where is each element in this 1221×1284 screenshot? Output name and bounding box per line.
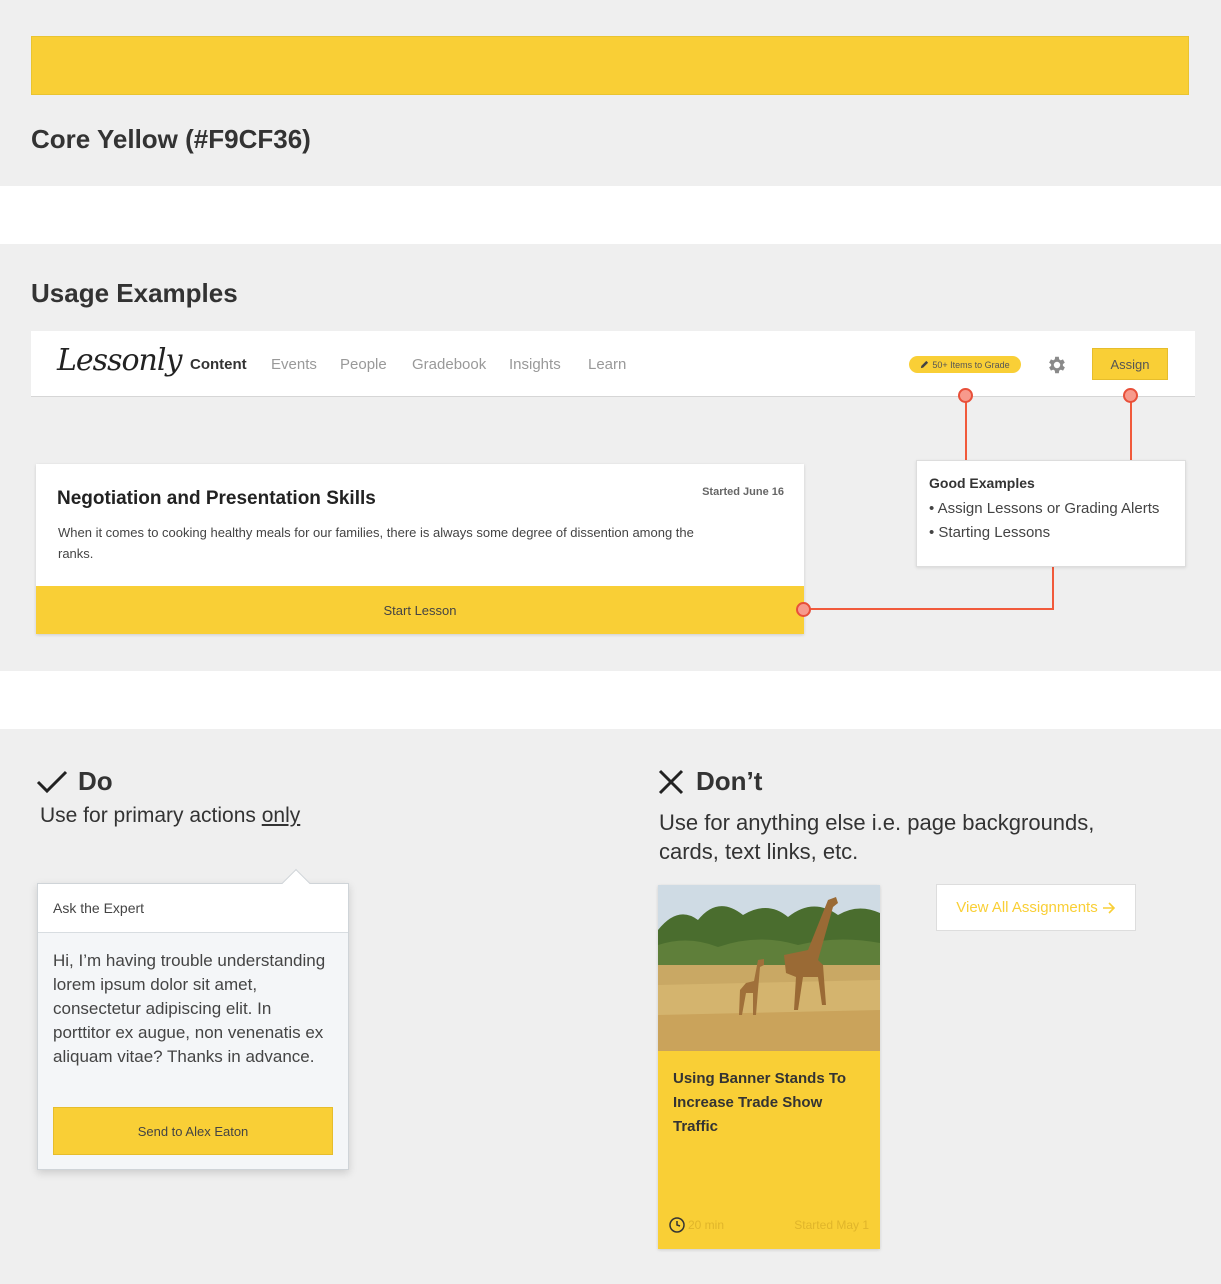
nav-item-gradebook[interactable]: Gradebook	[412, 356, 486, 373]
pencil-icon	[921, 360, 929, 369]
swatch-title: Core Yellow (#F9CF36)	[31, 124, 311, 154]
connector-dot	[958, 388, 973, 403]
assignment-duration: 20 min	[688, 1218, 725, 1232]
connector-dot	[1123, 388, 1138, 403]
lesson-description: When it comes to cooking healthy meals f…	[58, 525, 694, 561]
assignment-started: Started May 1	[794, 1218, 869, 1232]
lesson-started-date: Started June 16	[702, 486, 784, 498]
view-all-assignments-button[interactable]: View All Assignments	[936, 884, 1136, 931]
good-example-item: • Starting Lessons	[929, 524, 1051, 541]
ask-expert-message[interactable]: Hi, I’m having trouble understanding lor…	[38, 933, 348, 1085]
ask-expert-panel: Ask the Expert Hi, I’m having trouble un…	[37, 883, 349, 1170]
lesson-title: Negotiation and Presentation Skills	[57, 488, 376, 509]
do-description-text: Use for primary actions	[40, 804, 262, 827]
good-examples-title: Good Examples	[929, 475, 1035, 491]
grade-badge-label: 50+ Items to Grade	[932, 359, 1010, 370]
do-label: Do	[78, 766, 113, 796]
assignment-title: Using Banner Stands To Increase Trade Sh…	[673, 1070, 847, 1135]
good-examples-box: Good Examples • Assign Lessons or Gradin…	[916, 460, 1186, 567]
color-swatch	[31, 36, 1189, 95]
app-navbar: Lessonly Content Events People Gradebook…	[31, 331, 1195, 397]
connector-line	[965, 396, 967, 460]
connector-line	[804, 608, 1054, 610]
dont-heading: Don’t	[658, 766, 762, 797]
nav-item-learn[interactable]: Learn	[588, 356, 626, 373]
do-heading: Do	[36, 766, 113, 797]
view-all-label: View All Assignments	[956, 899, 1098, 916]
connector-dot	[796, 602, 811, 617]
check-icon	[36, 770, 68, 793]
assign-button[interactable]: Assign	[1092, 348, 1168, 380]
assignment-card[interactable]: Using Banner Stands To Increase Trade Sh…	[658, 885, 880, 1249]
lessonly-logo[interactable]: Lessonly	[57, 343, 182, 378]
lesson-card: Negotiation and Presentation Skills Star…	[36, 464, 804, 634]
arrow-right-icon	[1102, 901, 1115, 914]
dont-description: Use for anything else i.e. page backgrou…	[659, 810, 1095, 864]
dont-label: Don’t	[696, 766, 763, 796]
usage-title: Usage Examples	[31, 278, 238, 308]
assignment-meta: 20 min Started May 1	[669, 1217, 869, 1233]
nav-item-events[interactable]: Events	[271, 356, 317, 373]
do-description: Use for primary actions only	[40, 804, 300, 828]
nav-item-content[interactable]: Content	[190, 356, 247, 373]
giraffe-photo	[658, 885, 880, 1051]
good-example-item: • Assign Lessons or Grading Alerts	[929, 500, 1160, 517]
nav-item-people[interactable]: People	[340, 356, 387, 373]
grade-alert-badge[interactable]: 50+ Items to Grade	[909, 356, 1021, 373]
do-description-emphasis: only	[261, 804, 301, 827]
clock-icon	[669, 1217, 685, 1233]
send-to-expert-button[interactable]: Send to Alex Eaton	[53, 1107, 333, 1155]
start-lesson-button[interactable]: Start Lesson	[36, 586, 804, 634]
x-icon	[658, 769, 684, 794]
connector-line	[1052, 567, 1054, 610]
gear-icon[interactable]	[1046, 354, 1068, 376]
nav-item-insights[interactable]: Insights	[509, 356, 561, 373]
connector-line	[1130, 396, 1132, 460]
